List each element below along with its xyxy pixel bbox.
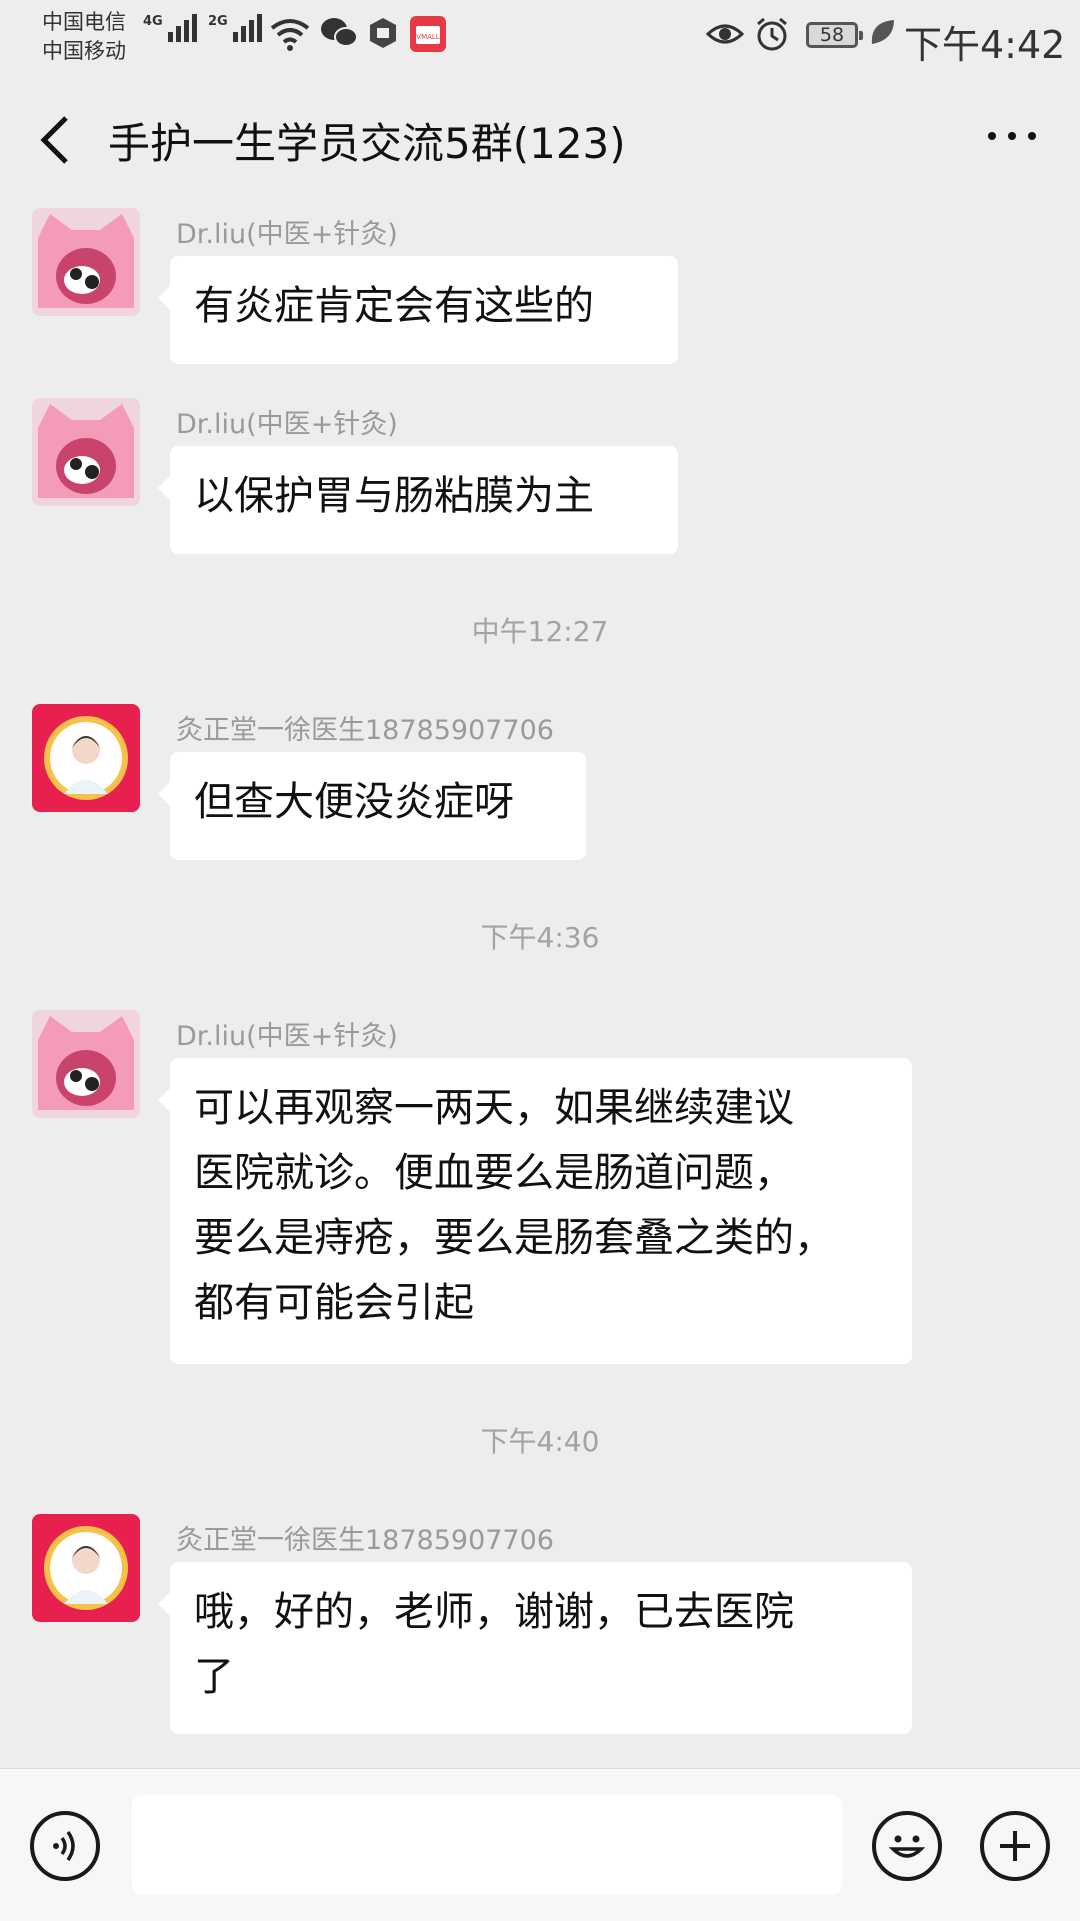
- eye-icon: [706, 24, 744, 44]
- pig-avatar-image: [32, 1010, 140, 1118]
- signal-2g-icon: 2G: [208, 14, 262, 42]
- doctor-avatar-image: [32, 704, 140, 812]
- avatar[interactable]: [32, 1010, 140, 1118]
- sender-name: 灸正堂一徐医生18785907706: [176, 715, 554, 746]
- carrier-1: 中国电信: [42, 10, 126, 34]
- doctor-avatar-image: [32, 1514, 140, 1622]
- message-bubble[interactable]: 可以再观察一两天，如果继续建议 医院就诊。便血要么是肠道问题， 要么是痔疮，要么…: [158, 1058, 912, 1364]
- svg-text:VMALL: VMALL: [416, 33, 440, 41]
- carrier-2: 中国移动: [42, 39, 126, 63]
- wechat-icon: [321, 18, 358, 47]
- message-bubble[interactable]: 以保护胃与肠粘膜为主: [158, 446, 678, 554]
- signal-4g-icon: 4G: [143, 14, 197, 42]
- pig-avatar-image: [32, 208, 140, 316]
- message-bubble[interactable]: 但查大便没炎症呀: [158, 752, 586, 860]
- timestamp: 下午4:40: [480, 1425, 600, 1458]
- voice-glyph: [53, 1830, 75, 1862]
- plus-glyph: [1000, 1831, 1030, 1861]
- chat-title: 手护一生学员交流5群(123): [108, 119, 626, 168]
- carrier-info: 中国电信 中国移动: [42, 8, 126, 66]
- sender-name: 灸正堂一徐医生18785907706: [176, 1525, 554, 1556]
- chat-header: 手护一生学员交流5群(123): [0, 72, 1080, 204]
- avatar[interactable]: [32, 704, 140, 812]
- more-dots-icon[interactable]: [988, 132, 1036, 140]
- message-text: 有炎症肯定会有这些的: [194, 283, 594, 329]
- message-bubble[interactable]: 哦，好的，老师，谢谢，已去医院 了: [158, 1562, 912, 1734]
- message-bubble[interactable]: 有炎症肯定会有这些的: [158, 256, 678, 364]
- wifi-icon: [270, 19, 310, 51]
- vmall-icon: VMALL: [410, 16, 446, 52]
- battery-icon: 58: [806, 22, 863, 48]
- message-line: 都有可能会引起: [194, 1280, 474, 1326]
- pig-avatar-image: [32, 398, 140, 506]
- sender-name: Dr.liu(中医+针灸): [176, 219, 398, 250]
- message-line: 了: [194, 1654, 234, 1700]
- sender-name: Dr.liu(中医+针灸): [176, 1021, 398, 1052]
- message-line: 要么是痔疮，要么是肠套叠之类的，: [194, 1215, 834, 1261]
- timestamp: 下午4:36: [480, 921, 600, 954]
- emoji-icon[interactable]: [872, 1811, 942, 1881]
- message-input[interactable]: [132, 1795, 842, 1895]
- message-text: 但查大便没炎症呀: [194, 779, 514, 825]
- chat-input-bar: [0, 1768, 1080, 1921]
- message-line: 可以再观察一两天，如果继续建议: [194, 1085, 794, 1131]
- emoji-glyph: [888, 1835, 926, 1858]
- message-text: 以保护胃与肠粘膜为主: [194, 473, 594, 519]
- message-line: 哦，好的，老师，谢谢，已去医院: [194, 1589, 794, 1635]
- timestamp: 中午12:27: [471, 615, 609, 648]
- chevron-left-icon[interactable]: [34, 112, 74, 168]
- message-line: 医院就诊。便血要么是肠道问题，: [194, 1150, 794, 1196]
- voice-icon[interactable]: [30, 1811, 100, 1881]
- plus-circle-icon[interactable]: [980, 1811, 1050, 1881]
- notification-app-icon: [370, 18, 396, 48]
- status-bar: 中国电信 中国移动 4G 2G VMALL 58 下午4:42: [0, 0, 1080, 72]
- avatar[interactable]: [32, 1514, 140, 1622]
- avatar[interactable]: [32, 208, 140, 316]
- status-time: 下午4:42: [904, 23, 1066, 67]
- leaf-icon: [871, 20, 894, 44]
- sender-name: Dr.liu(中医+针灸): [176, 409, 398, 440]
- avatar[interactable]: [32, 398, 140, 506]
- alarm-icon: [757, 17, 787, 51]
